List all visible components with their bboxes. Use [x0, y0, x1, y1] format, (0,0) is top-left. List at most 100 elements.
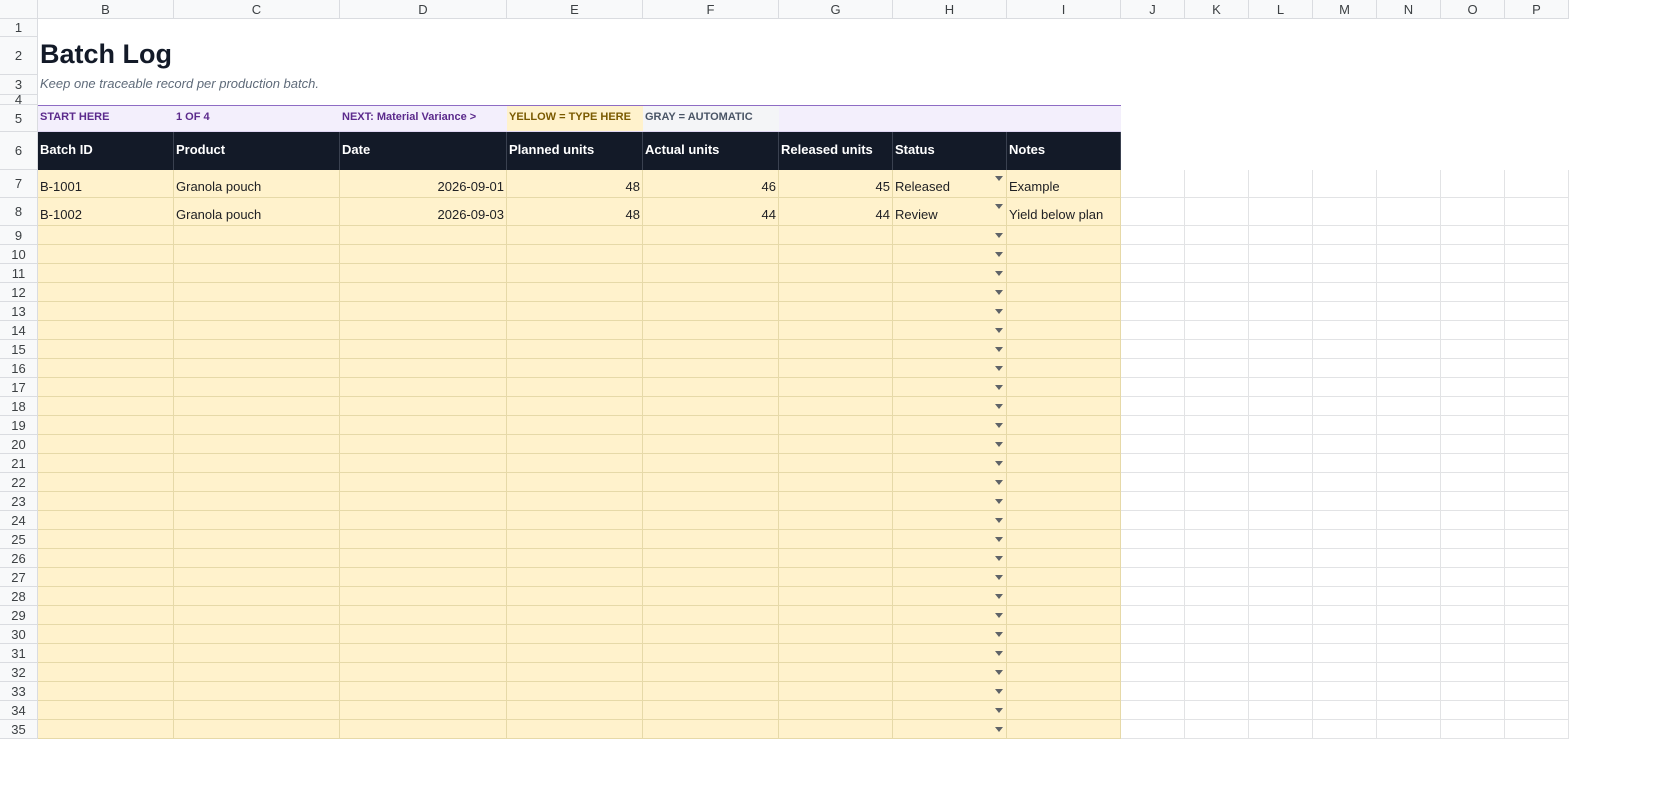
input-cell[interactable] [38, 226, 174, 245]
row-header-23[interactable]: 23 [0, 492, 38, 511]
grid-cell[interactable] [1185, 587, 1249, 606]
grid-cell[interactable] [1313, 568, 1377, 587]
chevron-down-icon[interactable] [995, 233, 1003, 238]
grid-cell[interactable] [1185, 549, 1249, 568]
chevron-down-icon[interactable] [995, 309, 1003, 314]
chevron-down-icon[interactable] [995, 689, 1003, 694]
grid-cell[interactable] [1505, 606, 1569, 625]
input-cell[interactable] [38, 587, 174, 606]
input-cell[interactable] [1007, 511, 1121, 530]
input-cell[interactable] [174, 473, 340, 492]
row-header-20[interactable]: 20 [0, 435, 38, 454]
input-cell[interactable] [340, 454, 507, 473]
input-cell[interactable] [174, 416, 340, 435]
grid-cell[interactable] [1121, 549, 1185, 568]
input-cell[interactable] [38, 283, 174, 302]
input-cell[interactable] [507, 492, 643, 511]
input-cell[interactable] [643, 492, 779, 511]
grid-cell[interactable] [1505, 625, 1569, 644]
column-header-k[interactable]: K [1185, 0, 1249, 19]
grid-cell[interactable] [1377, 625, 1441, 644]
row-header-29[interactable]: 29 [0, 606, 38, 625]
input-cell[interactable] [174, 454, 340, 473]
input-cell[interactable] [174, 340, 340, 359]
input-cell[interactable] [779, 302, 893, 321]
grid-cell[interactable] [1313, 530, 1377, 549]
input-cell[interactable] [779, 701, 893, 720]
input-cell[interactable] [174, 720, 340, 739]
grid-cell[interactable] [1313, 625, 1377, 644]
grid-cell[interactable] [1313, 198, 1377, 226]
input-cell[interactable] [174, 549, 340, 568]
input-cell[interactable] [643, 682, 779, 701]
input-cell[interactable] [507, 340, 643, 359]
row-header-35[interactable]: 35 [0, 720, 38, 739]
input-cell[interactable] [779, 606, 893, 625]
input-cell[interactable] [174, 587, 340, 606]
input-cell[interactable] [893, 720, 1007, 739]
grid-cell[interactable] [1505, 720, 1569, 739]
input-cell[interactable] [340, 549, 507, 568]
input-cell[interactable] [1007, 492, 1121, 511]
row-header-12[interactable]: 12 [0, 283, 38, 302]
grid-cell[interactable] [1377, 416, 1441, 435]
row-header-4[interactable]: 4 [0, 92, 38, 107]
input-cell[interactable] [340, 568, 507, 587]
input-cell[interactable] [893, 378, 1007, 397]
input-cell[interactable] [1007, 682, 1121, 701]
grid-cell[interactable] [1441, 170, 1505, 198]
grid-cell[interactable] [1313, 283, 1377, 302]
grid-cell[interactable] [1441, 359, 1505, 378]
grid-cell[interactable] [1249, 170, 1313, 198]
input-cell[interactable] [643, 359, 779, 378]
grid-cell[interactable] [1249, 625, 1313, 644]
chevron-down-icon[interactable] [995, 537, 1003, 542]
input-cell[interactable] [507, 454, 643, 473]
input-cell[interactable] [893, 682, 1007, 701]
grid-cell[interactable] [1185, 397, 1249, 416]
grid-cell[interactable] [1441, 511, 1505, 530]
grid-cell[interactable] [1505, 340, 1569, 359]
grid-cell[interactable] [1249, 549, 1313, 568]
input-cell[interactable] [779, 359, 893, 378]
row-header-7[interactable]: 7 [0, 170, 38, 198]
grid-cell[interactable] [1377, 359, 1441, 378]
grid-cell[interactable] [1441, 473, 1505, 492]
input-cell[interactable] [507, 359, 643, 378]
grid-cell[interactable] [1441, 321, 1505, 340]
input-cell[interactable] [340, 302, 507, 321]
grid-cell[interactable] [1313, 435, 1377, 454]
input-cell[interactable] [38, 359, 174, 378]
input-cell[interactable] [507, 625, 643, 644]
row-header-5[interactable]: 5 [0, 105, 38, 132]
input-cell[interactable] [174, 321, 340, 340]
input-cell[interactable] [779, 378, 893, 397]
column-header-g[interactable]: G [779, 0, 893, 19]
input-cell[interactable] [643, 454, 779, 473]
input-cell[interactable] [643, 720, 779, 739]
grid-cell[interactable] [1505, 587, 1569, 606]
input-cell[interactable] [893, 302, 1007, 321]
chevron-down-icon[interactable] [995, 176, 1003, 181]
grid-cell[interactable] [1505, 416, 1569, 435]
row-header-26[interactable]: 26 [0, 549, 38, 568]
table-cell[interactable]: 48 [507, 170, 643, 198]
input-cell[interactable] [893, 359, 1007, 378]
grid-cell[interactable] [1121, 492, 1185, 511]
input-cell[interactable] [38, 264, 174, 283]
grid-cell[interactable] [1313, 226, 1377, 245]
input-cell[interactable] [507, 663, 643, 682]
input-cell[interactable] [38, 682, 174, 701]
input-cell[interactable] [893, 454, 1007, 473]
input-cell[interactable] [38, 625, 174, 644]
input-cell[interactable] [893, 435, 1007, 454]
grid-cell[interactable] [1441, 302, 1505, 321]
grid-cell[interactable] [1185, 701, 1249, 720]
grid-cell[interactable] [1185, 198, 1249, 226]
input-cell[interactable] [779, 625, 893, 644]
input-cell[interactable] [38, 720, 174, 739]
input-cell[interactable] [507, 701, 643, 720]
column-header-m[interactable]: M [1313, 0, 1377, 19]
grid-cell[interactable] [1185, 264, 1249, 283]
grid-cell[interactable] [1249, 416, 1313, 435]
